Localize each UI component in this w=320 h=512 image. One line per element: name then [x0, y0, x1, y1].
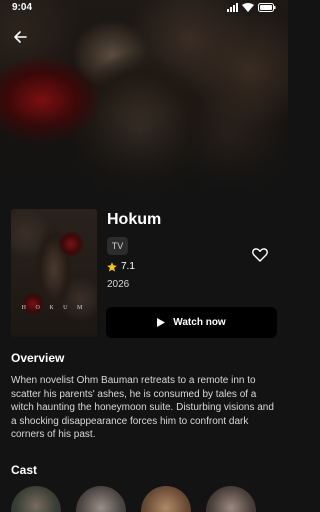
cast-avatar[interactable]: [76, 486, 126, 512]
poster-image: H O K U M: [11, 209, 97, 337]
heart-icon: [252, 248, 268, 262]
overview-text: When novelist Ohm Bauman retreats to a r…: [11, 375, 274, 440]
release-year: 2026: [107, 279, 130, 290]
poster-title-text: H O K U M: [21, 305, 87, 311]
type-badge: TV: [107, 237, 128, 255]
status-time: 9:04: [12, 2, 33, 13]
back-arrow-icon: [14, 31, 27, 43]
backdrop-image: [0, 0, 288, 200]
play-icon: [157, 318, 166, 327]
movie-title: Hokum: [107, 211, 162, 228]
cast-heading: Cast: [11, 463, 38, 477]
watch-now-label: Watch now: [173, 317, 226, 328]
rating-value: 7.1: [121, 261, 135, 272]
star-icon: [107, 261, 117, 271]
cast-list: [11, 486, 256, 512]
status-icons: [227, 3, 276, 12]
status-bar: 9:04: [0, 0, 288, 16]
rating: 7.1: [107, 261, 135, 272]
favorite-button[interactable]: [250, 245, 270, 265]
signal-icon: [227, 3, 238, 12]
battery-icon: [258, 3, 276, 12]
watch-now-button[interactable]: Watch now: [106, 307, 277, 338]
cast-avatar[interactable]: [11, 486, 61, 512]
cast-avatar[interactable]: [206, 486, 256, 512]
back-button[interactable]: [10, 27, 30, 47]
wifi-icon: [242, 3, 254, 12]
cast-avatar[interactable]: [141, 486, 191, 512]
overview-heading: Overview: [11, 351, 65, 365]
